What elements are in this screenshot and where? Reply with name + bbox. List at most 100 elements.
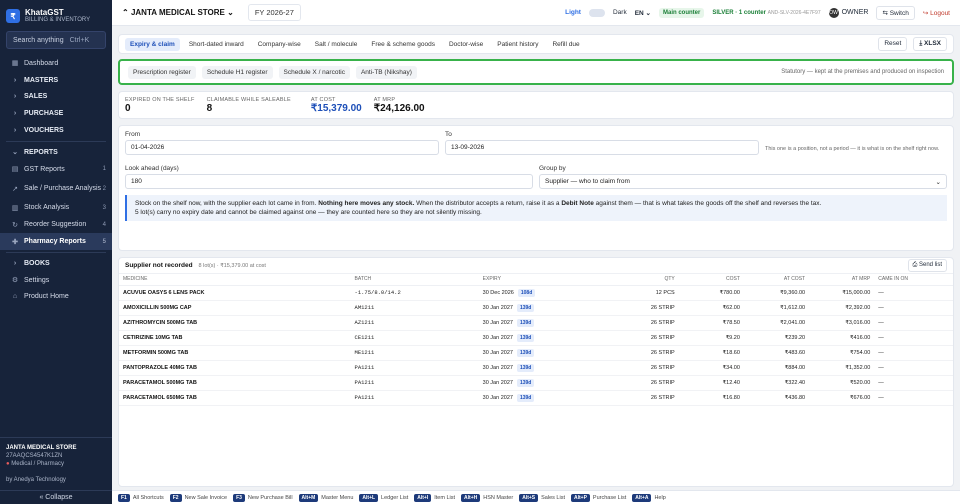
sidebar-item-dashboard[interactable]: ▦ Dashboard [0,55,112,72]
stat-card: AT COST ₹15,379.00 [311,97,362,114]
sidebar-item-books[interactable]: › BOOKS [0,255,112,272]
tab-prescription-register[interactable]: Prescription register [128,65,196,79]
tab-salt-molecule[interactable]: Salt / molecule [310,38,363,51]
tab-doctor-wise[interactable]: Doctor-wise [444,38,488,51]
at-mrp-cell: ₹754.00 [809,345,875,361]
table-row[interactable]: ACUVUE OASYS 6 LENS PACK -1.75/8.0/14.2 30… [119,285,953,301]
cost-cell: ₹34.00 [678,360,744,376]
collapse-button[interactable]: « Collapse [0,490,112,504]
filters-panel: From 01-04-2026 To 13-09-2026 This one i… [118,125,954,251]
main-content: Expiry & claim Short-dated inward Company-… [112,26,960,490]
tab-short-dated-inward[interactable]: Short-dated inward [184,38,249,51]
sidebar-item-reports[interactable]: ⌄ REPORTS [0,144,112,161]
table-row[interactable]: METFORMIN 500MG TAB ME1211 30 Jan 2027 139d… [119,345,953,361]
column-header: QTY [575,274,679,286]
nav-icon: ▦ [11,60,19,68]
medicine-cell: PARACETAMOL 500MG TAB [119,375,351,391]
tab-schedule-x-narcotic[interactable]: Schedule X / narcotic [278,65,350,79]
sidebar-item-label: Settings [24,276,50,284]
column-header: AT COST [743,274,810,286]
table-row[interactable]: PARACETAMOL 650MG TAB PA1211 30 Jan 2027 13… [119,390,953,406]
group-by-select[interactable]: Supplier — who to claim from ⌄ [539,174,947,189]
switch-button[interactable]: ⇆ Switch [876,5,915,20]
tab-patient-history[interactable]: Patient history [492,38,543,51]
sidebar-item-sale-purchase-analysis[interactable]: ↗ Sale / Purchase Analysis 2 [0,178,112,200]
sidebar-footer: JANTA MEDICAL STORE 27AAQCS4547K1ZN ● Me… [0,437,112,490]
sidebar-item-pharmacy-reports[interactable]: ✚ Pharmacy Reports 5 [0,233,112,250]
shortcut-label: Ledger List [381,494,409,501]
user-menu[interactable]: OW OWNER [828,7,868,18]
tab-expiry-claim[interactable]: Expiry & claim [125,37,180,51]
expiry-date: 30 Jan 2027 [482,349,513,356]
shortcut-hsn-master[interactable]: Alt+H HSN Master [461,493,513,502]
table-row[interactable]: AMOXICILLIN 500MG CAP AM1211 30 Jan 2027 13… [119,300,953,316]
sidebar-item-label: Product Home [24,293,69,301]
shortcut-help[interactable]: Alt+A Help [632,493,666,502]
sidebar-item-settings[interactable]: ⚙ Settings [0,272,112,289]
sidebar-item-label: VOUCHERS [24,127,64,135]
batch-cell: PA1211 [350,360,479,376]
batch-cell: AM1211 [350,300,479,316]
from-label: From [125,131,141,138]
export-xlsx-button[interactable]: ⤓ XLSX [913,37,947,51]
look-ahead-input[interactable]: 180 [125,174,533,189]
sidebar-item-reorder-suggestion[interactable]: ↻ Reorder Suggestion 4 [0,216,112,233]
info-text-bold: Nothing here moves any stock. [318,200,415,207]
reset-button[interactable]: Reset [878,37,908,51]
org-switcher-label: JANTA MEDICAL STORE [130,8,225,17]
expiry-cell: 30 Jan 2027 139d [478,315,576,331]
logout-button[interactable]: ↪ Logout [923,9,950,17]
table-row[interactable]: PANTOPRAZOLE 40MG TAB PA1211 30 Jan 2027 13… [119,360,953,376]
shortcut-ledger-list[interactable]: Alt+L Ledger List [359,493,409,502]
shortcut-purchase-list[interactable]: Alt+P Purchase List [570,493,627,502]
at-cost-cell: ₹9,360.00 [743,285,810,301]
fy-selector[interactable]: FY 2026-27 [247,4,301,21]
brand[interactable]: ₹ KhataGST BILLING & INVENTORY [0,0,112,26]
from-date-input[interactable]: 01-04-2026 [125,140,439,155]
sidebar-item-count: 3 [102,204,106,211]
sidebar-item-purchase[interactable]: › PURCHASE [0,105,112,122]
theme-toggle[interactable] [588,8,605,17]
shortcut-sales-list[interactable]: Alt+S Sales List [519,493,565,502]
sidebar-item-masters[interactable]: › MASTERS [0,72,112,89]
sidebar-item-product-home[interactable]: ⌂ Product Home [0,289,112,306]
sidebar-nav: ▦ Dashboard › MASTERS › SALES › PURCHASE › VOUCHE… [0,55,112,437]
shortcut-all-shortcuts[interactable]: F1 All Shortcuts [118,493,164,502]
info-no-expiry-note: 5 lot(s) carry no expiry date and cannot… [135,209,482,216]
cost-cell: ₹18.60 [678,345,744,361]
language-selector[interactable]: EN ⌄ [635,9,651,17]
sidebar-item-gst-reports[interactable]: ▤ GST Reports 1 [0,161,112,178]
shortcut-label: Purchase List [592,494,627,501]
cost-cell: ₹780.00 [678,285,744,301]
send-list-button[interactable]: ⎙ Send list [907,259,947,272]
shortcut-item-list[interactable]: Alt+I Item List [414,493,455,502]
tab-free-scheme-goods[interactable]: Free & scheme goods [366,38,440,51]
came-in-cell: — [874,300,953,316]
table-row[interactable]: AZITHROMYCIN 500MG TAB AZ1211 30 Jan 2027 1… [119,315,953,331]
expiry-table-card: Supplier not recorded 8 lot(s) · ₹15,379… [118,257,954,487]
nav-icon: › [13,93,17,101]
to-date-input[interactable]: 13-09-2026 [445,140,759,155]
counter-badge: Main counter [659,7,705,18]
org-gstin: 27AAQCS4547K1ZN [6,453,63,459]
table-row[interactable]: PARACETAMOL 500MG TAB PA1211 30 Jan 2027 13… [119,375,953,391]
chevron-down-icon: ⌄ [935,178,941,186]
shortcut-label: New Sale Invoice [184,494,228,501]
shortcut-new-purchase-bill[interactable]: F3 New Purchase Bill [233,493,293,502]
sidebar-item-vouchers[interactable]: › VOUCHERS [0,122,112,139]
shortcut-master-menu[interactable]: Alt+M Master Menu [298,493,353,502]
tab-company-wise[interactable]: Company-wise [253,38,306,51]
vendor-credit: by Anedya Technology [6,477,66,483]
sidebar-item-stock-analysis[interactable]: ▥ Stock Analysis 3 [0,200,112,217]
shortcut-new-sale-invoice[interactable]: F2 New Sale Invoice [169,493,228,502]
org-switcher[interactable]: ⌃ JANTA MEDICAL STORE ⌄ [122,8,234,17]
tab-anti-tb-nikshay-[interactable]: Anti-TB (Nikshay) [355,65,417,79]
sidebar-item-count: 4 [102,221,106,228]
search-input[interactable]: Search anything Ctrl+K [6,31,106,49]
tab-schedule-h-register[interactable]: Schedule H1 register [201,65,273,79]
table-row[interactable]: CETIRIZINE 10MG TAB CE1211 30 Jan 2027 139d… [119,330,953,346]
sidebar-item-sales[interactable]: › SALES [0,89,112,106]
shortcut-key: Alt+P [570,493,590,502]
at-cost-cell: ₹1,612.00 [743,300,810,316]
tab-refill-due[interactable]: Refill due [547,38,584,51]
